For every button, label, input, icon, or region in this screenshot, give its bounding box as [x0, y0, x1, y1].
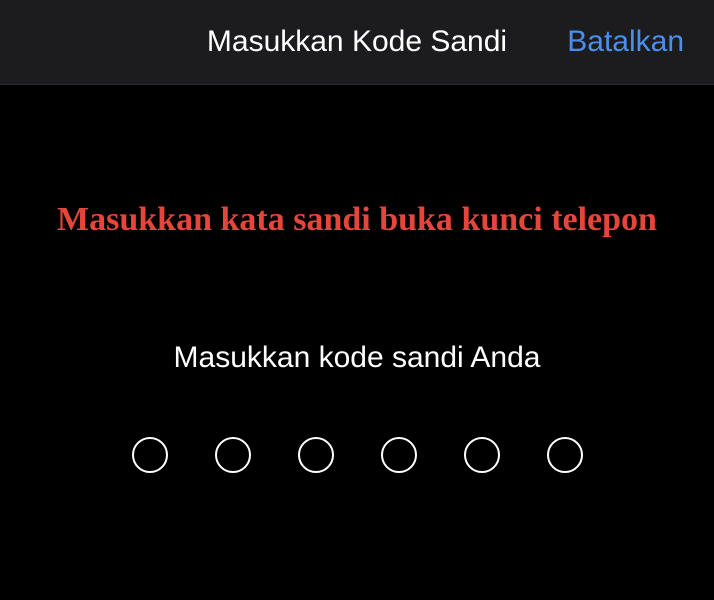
- passcode-dot: [297, 437, 334, 473]
- passcode-dot: [463, 437, 500, 473]
- nav-title-text: Masukkan Kode Sandi: [206, 25, 508, 58]
- passcode-prompt: Masukkan kode sandi Anda: [173, 341, 541, 374]
- cancel-button[interactable]: Batalkan: [567, 22, 684, 62]
- passcode-dot: [380, 437, 417, 473]
- passcode-dot: [546, 437, 583, 473]
- passcode-dot: [214, 437, 251, 473]
- warning-overlay-text: Masukkan kata sandi buka kunci telepon: [57, 201, 657, 238]
- passcode-dots: [0, 437, 714, 473]
- passcode-dot: [131, 437, 168, 473]
- navigation-bar: Masukkan Kode Sandi Batalkan: [0, 0, 714, 85]
